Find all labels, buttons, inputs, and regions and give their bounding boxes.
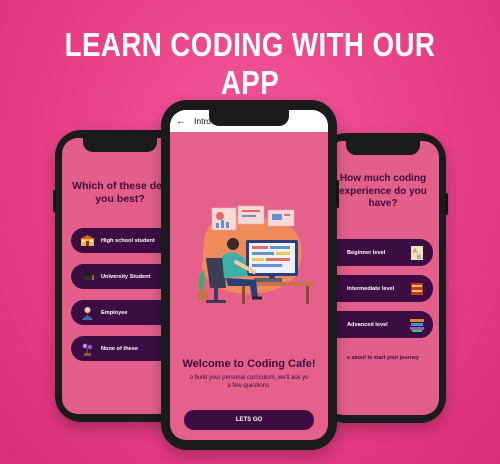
welcome-title: Welcome to Coding Cafe! (182, 358, 316, 370)
level-beginner[interactable]: Beginner level AB (327, 239, 433, 266)
svg-text:B: B (417, 255, 421, 261)
option-none-of-these[interactable]: None of these (71, 336, 175, 361)
subtitle-line-2: a few questions. (227, 383, 271, 389)
subtitle-line-1: o build your personal curriculum, we'll … (189, 375, 309, 381)
right-phone-screen: How much coding experience do you have? … (327, 141, 439, 415)
lets-go-button[interactable]: LETS GO (184, 410, 314, 430)
journey-footer: e about to start your journey (347, 355, 419, 361)
question-line-2: experience do you (339, 185, 427, 197)
back-arrow-icon[interactable]: ← (176, 116, 186, 127)
books-icon (410, 281, 424, 297)
welcome-subtitle: o build your personal curriculum, we'll … (174, 374, 324, 390)
book-stack-icon (410, 317, 424, 333)
question-line-3: have? (368, 198, 398, 209)
question-line-1: How much coding (339, 173, 427, 184)
blocks-icon: AB (410, 245, 424, 261)
employee-icon (79, 306, 95, 320)
flower-icon (79, 342, 95, 356)
headline: LEARN CODING WITH OUR APP (64, 26, 436, 101)
school-icon (79, 234, 95, 248)
option-label: None of these (101, 345, 138, 352)
level-label: Beginner level (347, 249, 386, 256)
option-label: Employee (101, 309, 128, 316)
right-phone: How much coding experience do you have? … (320, 133, 448, 423)
level-label: Intermediate level (347, 285, 395, 292)
graduation-cap-icon (79, 270, 95, 284)
option-label: University Student (101, 273, 151, 280)
experience-question: How much coding experience do you have? (327, 173, 439, 211)
option-label: High school student (101, 237, 155, 244)
level-label: Advanced level (347, 321, 388, 328)
option-university-student[interactable]: University Student (71, 264, 175, 289)
center-phone-screen: ← IntroScreen (170, 110, 328, 440)
option-high-school-student[interactable]: High school student (71, 228, 175, 253)
level-intermediate[interactable]: Intermediate level (327, 275, 433, 302)
center-phone: ← IntroScreen (161, 100, 339, 450)
coding-illustration (198, 205, 314, 304)
option-employee[interactable]: Employee (71, 300, 175, 325)
level-advanced[interactable]: Advanced level (327, 311, 433, 338)
